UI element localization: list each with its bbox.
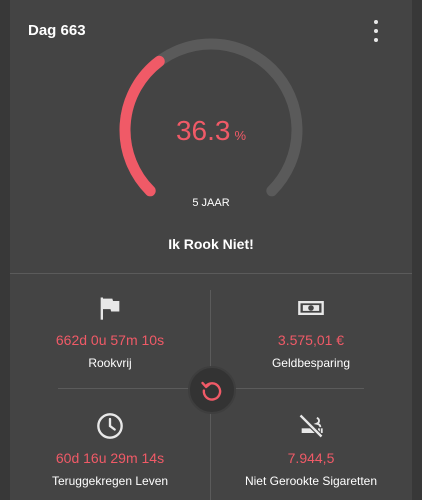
- no-smoking-icon: [298, 413, 324, 439]
- reset-button[interactable]: [188, 366, 236, 414]
- percentage-value: 36.3: [175, 115, 231, 146]
- percentage-unit: %: [234, 128, 247, 143]
- stat-life-regained: 60d 16u 29m 14s Teruggekregen Leven: [10, 412, 210, 488]
- reset-icon: [201, 381, 222, 401]
- stat-smoke-free: 662d 0u 57m 10s Rookvrij: [10, 294, 210, 370]
- stat-value: 7.944,5: [287, 450, 335, 466]
- stat-label: Niet Gerookte Sigaretten: [244, 474, 378, 488]
- clock-icon: [97, 413, 123, 439]
- stat-label: Geldbesparing: [271, 356, 351, 370]
- stat-cigarettes-not-smoked: 7.944,5 Niet Gerookte Sigaretten: [211, 412, 411, 488]
- stat-money-saved: 3.575,01 € Geldbesparing: [211, 294, 411, 370]
- money-icon: [298, 301, 324, 315]
- goal-label: 5 JAAR: [192, 197, 230, 209]
- stat-label: Teruggekregen Leven: [51, 474, 169, 488]
- dashboard-card: Dag 663 36.3% 5 JAAR Ik Rook Niet! 662d …: [10, 0, 412, 500]
- divider: [10, 273, 412, 274]
- stat-label: Rookvrij: [88, 356, 132, 370]
- stat-value: 60d 16u 29m 14s: [55, 450, 165, 466]
- stat-value: 662d 0u 57m 10s: [55, 332, 165, 348]
- flag-icon: [100, 297, 120, 320]
- stat-value: 3.575,01 €: [277, 332, 345, 348]
- headline: Ik Rook Niet!: [168, 236, 254, 252]
- progress-percentage: 36.3%: [10, 115, 412, 147]
